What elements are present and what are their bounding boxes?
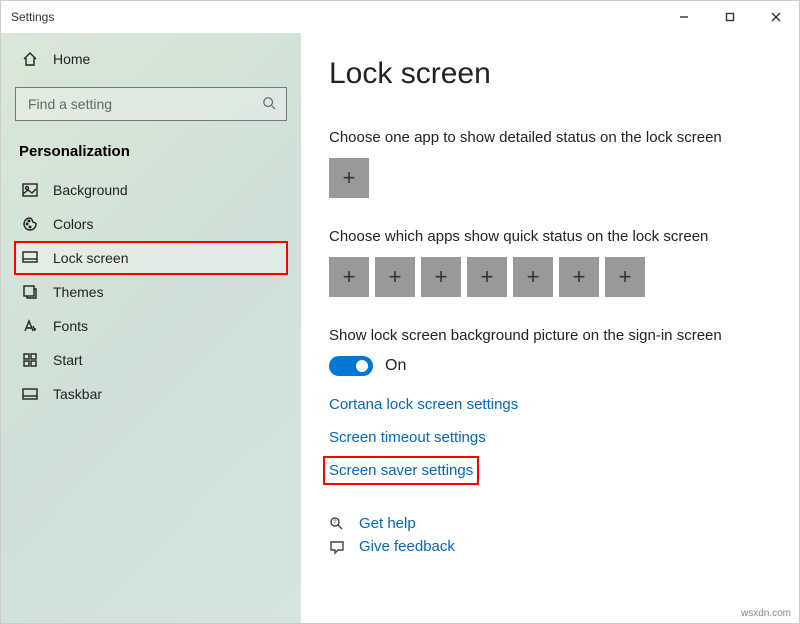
lock-screen-icon [21,250,39,266]
sidebar-item-label: Background [53,182,128,198]
page-title: Lock screen [329,57,771,91]
signin-bg-toggle-row: On [329,356,771,376]
window-title: Settings [11,10,54,24]
sidebar-item-label: Themes [53,284,104,300]
add-quick-app-button[interactable]: + [513,257,553,297]
search-box[interactable] [15,87,287,121]
settings-window: Settings Home [0,0,800,624]
sidebar-item-taskbar[interactable]: Taskbar [15,378,287,410]
feedback-icon [329,539,347,555]
nav-list: Background Colors Lock screen [15,174,287,410]
add-quick-app-button[interactable]: + [559,257,599,297]
search-input[interactable] [26,95,262,113]
add-detailed-app-button[interactable]: + [329,158,369,198]
get-help-label: Get help [359,515,416,532]
watermark: wsxdn.com [741,608,791,619]
sidebar: Home Personalization Background [1,33,301,623]
plus-icon: + [619,264,632,290]
window-controls [661,1,799,33]
signin-bg-toggle[interactable] [329,356,373,376]
sidebar-item-label: Lock screen [53,250,128,266]
sidebar-item-lock-screen[interactable]: Lock screen [15,242,287,274]
sidebar-item-colors[interactable]: Colors [15,208,287,240]
start-icon [21,352,39,368]
quick-status-tiles: + + + + + + + [329,257,771,297]
sidebar-item-start[interactable]: Start [15,344,287,376]
home-nav[interactable]: Home [15,43,287,75]
window-body: Home Personalization Background [1,33,799,623]
plus-icon: + [435,264,448,290]
sidebar-item-background[interactable]: Background [15,174,287,206]
taskbar-icon [21,386,39,402]
plus-icon: + [527,264,540,290]
sidebar-item-label: Taskbar [53,386,102,402]
plus-icon: + [573,264,586,290]
add-quick-app-button[interactable]: + [421,257,461,297]
home-icon [21,51,39,67]
close-button[interactable] [753,1,799,33]
search-icon [262,96,276,113]
sidebar-item-label: Fonts [53,318,88,334]
titlebar: Settings [1,1,799,33]
screen-saver-link[interactable]: Screen saver settings [329,462,473,479]
home-label: Home [53,51,90,67]
plus-icon: + [343,264,356,290]
section-title: Personalization [15,137,287,170]
plus-icon: + [481,264,494,290]
give-feedback-link[interactable]: Give feedback [329,538,771,555]
toggle-state-label: On [385,357,406,375]
sidebar-item-label: Start [53,352,83,368]
detailed-status-label: Choose one app to show detailed status o… [329,129,771,146]
plus-icon: + [389,264,402,290]
screen-timeout-link[interactable]: Screen timeout settings [329,429,486,446]
palette-icon [21,216,39,232]
picture-icon [21,182,39,198]
add-quick-app-button[interactable]: + [605,257,645,297]
get-help-link[interactable]: ? Get help [329,515,771,532]
add-quick-app-button[interactable]: + [467,257,507,297]
minimize-button[interactable] [661,1,707,33]
add-quick-app-button[interactable]: + [375,257,415,297]
sidebar-item-themes[interactable]: Themes [15,276,287,308]
give-feedback-label: Give feedback [359,538,455,555]
add-quick-app-button[interactable]: + [329,257,369,297]
plus-icon: + [343,165,356,191]
cortana-settings-link[interactable]: Cortana lock screen settings [329,396,518,413]
sidebar-item-fonts[interactable]: Fonts [15,310,287,342]
toggle-knob [356,360,368,372]
sidebar-item-label: Colors [53,216,93,232]
detailed-status-tiles: + [329,158,771,198]
main-content: Lock screen Choose one app to show detai… [301,33,799,623]
themes-icon [21,284,39,300]
quick-status-label: Choose which apps show quick status on t… [329,228,771,245]
signin-bg-label: Show lock screen background picture on t… [329,327,771,344]
help-icon: ? [329,516,347,532]
maximize-button[interactable] [707,1,753,33]
fonts-icon [21,318,39,334]
